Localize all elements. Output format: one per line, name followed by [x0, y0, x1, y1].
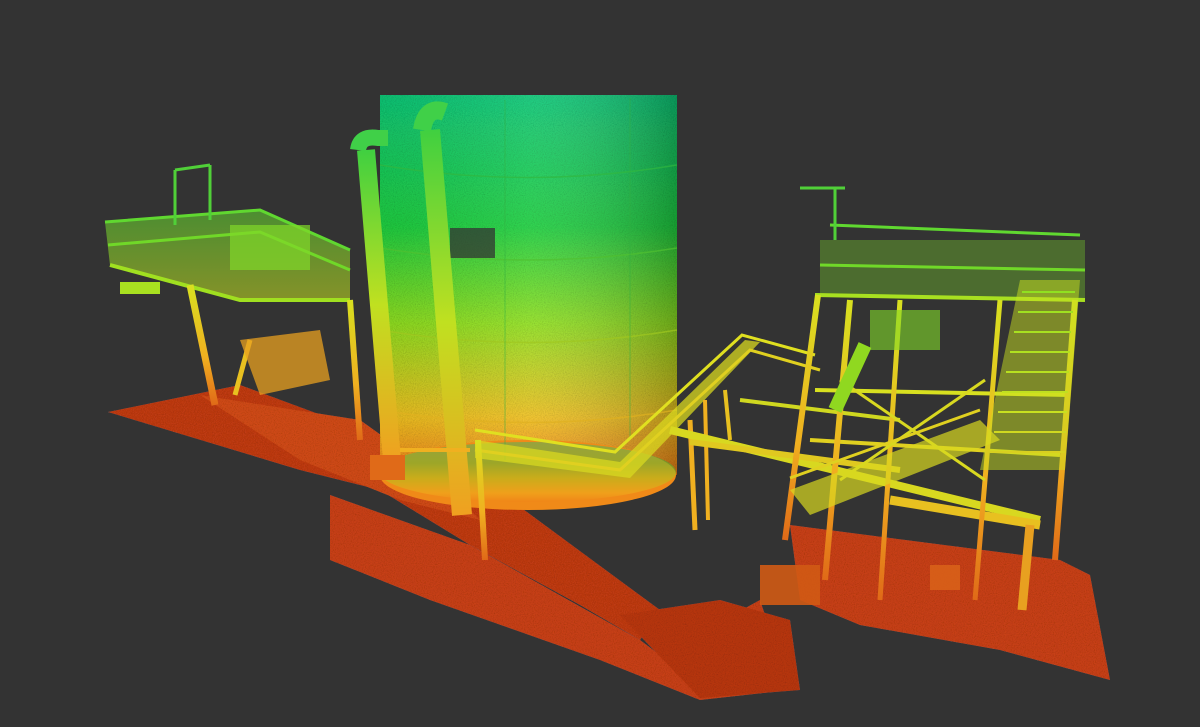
point-cloud-viewport[interactable] — [0, 0, 1200, 727]
point-cloud-scene[interactable] — [0, 0, 1200, 727]
